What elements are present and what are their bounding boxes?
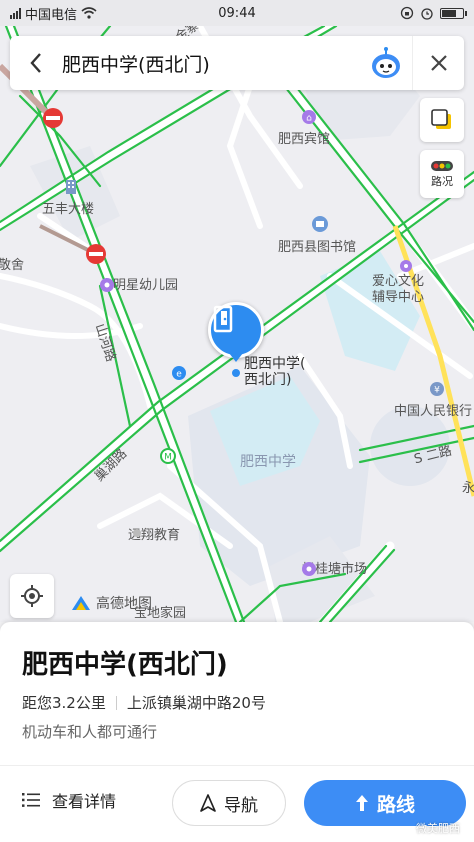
amap-logo-icon xyxy=(72,596,90,610)
robot-icon xyxy=(372,47,400,78)
bus-stop-icon: e xyxy=(172,366,186,380)
map-view[interactable]: 金寨 ⌂肥西宾馆 五丰大楼 肥西县图书馆 敬舍 小明星幼儿园 爱心文化辅导中心 … xyxy=(0,26,474,622)
chevron-left-icon xyxy=(30,53,41,73)
marker-tail xyxy=(229,353,243,362)
close-button[interactable] xyxy=(412,36,464,90)
alarm-icon xyxy=(421,8,433,20)
layers-button[interactable] xyxy=(420,98,464,142)
watermark: 微美肥西 xyxy=(416,822,460,835)
campus-label: 肥西中学 xyxy=(240,454,296,470)
poi-library[interactable]: 肥西县图书馆 xyxy=(278,216,356,256)
info-divider xyxy=(115,695,117,710)
poi-wufeng[interactable]: 五丰大楼 xyxy=(42,180,94,218)
locate-button[interactable] xyxy=(10,574,54,618)
status-time: 09:44 xyxy=(218,5,256,21)
market-pin-icon xyxy=(302,562,316,576)
svg-text:⌂: ⌂ xyxy=(306,114,312,124)
details-button[interactable]: 查看详情 xyxy=(22,788,116,812)
poi-aixin[interactable]: 爱心文化 辅导中心 xyxy=(372,260,424,306)
door-icon xyxy=(213,305,233,333)
traffic-label: 路况 xyxy=(431,174,453,188)
poi-hotel[interactable]: ⌂ 肥西宾馆 xyxy=(278,110,330,148)
library-icon xyxy=(312,216,328,232)
access-note: 机动车和人都可通行 xyxy=(22,723,158,741)
poi-kindergarten[interactable]: 小明星幼儿园 xyxy=(100,278,178,294)
traffic-light-icon xyxy=(431,160,453,171)
poi-right-edge: 永 xyxy=(462,481,474,496)
lock-rotation-icon xyxy=(400,6,414,20)
battery-icon xyxy=(440,7,467,19)
arrow-up-icon xyxy=(355,795,368,811)
poi-left-edge: 敬舍 xyxy=(0,258,25,273)
school-pin-icon xyxy=(400,260,412,272)
close-icon xyxy=(430,55,447,71)
selected-place-marker[interactable] xyxy=(208,302,264,358)
poi-bank[interactable]: ¥ 中国人民银行 xyxy=(394,382,472,420)
education-dot-icon xyxy=(133,529,141,537)
assistant-button[interactable] xyxy=(360,36,412,90)
status-bar: 中国电信 09:44 xyxy=(0,0,474,26)
list-icon xyxy=(22,793,40,807)
svg-text:¥: ¥ xyxy=(434,386,440,396)
signal-icon xyxy=(10,7,21,19)
layers-icon xyxy=(431,109,451,129)
navigation-arrow-icon xyxy=(200,794,216,812)
no-entry-icon xyxy=(43,108,63,128)
metro-icon: M xyxy=(160,448,176,464)
map-logo: 高德地图 xyxy=(70,593,152,613)
navigate-button[interactable]: 导航 xyxy=(172,780,286,826)
panel-divider xyxy=(0,765,474,766)
entrance-dot xyxy=(232,369,240,377)
crosshair-icon xyxy=(21,585,43,607)
navigate-label: 导航 xyxy=(224,795,258,816)
place-title: 肥西中学(西北门) xyxy=(22,650,228,680)
svg-text:M: M xyxy=(164,453,172,463)
poi-yuanxiang[interactable]: 远翔教育 xyxy=(128,528,180,544)
poi-marker-label: 肥西中学(西北门) xyxy=(244,356,306,388)
no-entry-icon xyxy=(86,244,106,264)
poi-market[interactable]: 杨桂塘市场 xyxy=(302,562,367,578)
search-query[interactable]: 肥西中学(西北门) xyxy=(62,50,360,77)
traffic-button[interactable]: 路况 xyxy=(420,150,464,198)
details-label: 查看详情 xyxy=(52,792,117,811)
wifi-icon xyxy=(81,7,97,19)
bank-icon: ¥ xyxy=(430,382,444,396)
place-detail-panel: 肥西中学(西北门) 距您3.2公里 上派镇巢湖中路20号 机动车和人都可通行 查… xyxy=(0,622,474,842)
carrier-name: 中国电信 xyxy=(25,7,78,23)
route-label: 路线 xyxy=(376,793,415,816)
search-bar[interactable]: 肥西中学(西北门) xyxy=(10,36,464,90)
school-pin-icon xyxy=(100,278,114,292)
status-icons xyxy=(400,6,467,20)
back-button[interactable] xyxy=(10,36,62,90)
hotel-icon: ⌂ xyxy=(302,110,316,124)
svg-text:e: e xyxy=(176,370,182,380)
place-address: 上派镇巢湖中路20号 xyxy=(126,694,266,712)
building-icon xyxy=(66,180,76,194)
carrier-group: 中国电信 xyxy=(10,4,97,23)
place-distance: 距您3.2公里 xyxy=(22,694,106,712)
place-info-row: 距您3.2公里 上派镇巢湖中路20号 xyxy=(22,692,266,713)
